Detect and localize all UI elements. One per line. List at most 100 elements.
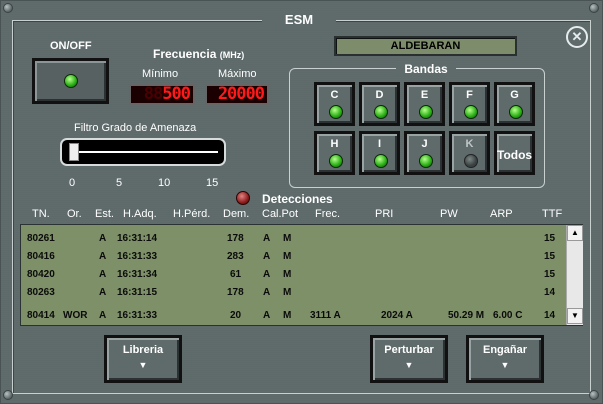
cell-ttf: 15 (544, 269, 556, 280)
band-button-e[interactable]: E (404, 82, 445, 126)
cell-dem: 61 (230, 269, 242, 280)
cell-est: A (99, 251, 107, 262)
col-frec[interactable]: Frec. (315, 208, 340, 220)
band-button-todos[interactable]: Todos (494, 131, 535, 175)
col-hadq[interactable]: H.Adq. (123, 208, 157, 220)
band-label: C (330, 89, 339, 101)
table-row[interactable]: 80414 WOR A 16:31:33 20 A M 3111 A 2024 … (21, 307, 565, 325)
cell-tn: 80414 (27, 310, 55, 321)
band-label: I (377, 138, 382, 150)
min-frequency-ghost-digits: 88 (143, 84, 164, 104)
cell-cal: A (263, 287, 271, 298)
band-button-j[interactable]: J (404, 131, 445, 175)
cell-cal: A (263, 310, 271, 321)
cell-est: A (99, 269, 107, 280)
band-button-i[interactable]: I (359, 131, 400, 175)
threat-filter-slider[interactable] (60, 138, 226, 166)
col-pri[interactable]: PRI (375, 208, 393, 220)
table-row[interactable]: 80420 A 16:31:34 61 A M 15 (21, 266, 565, 284)
band-button-c[interactable]: C (314, 82, 355, 126)
cell-dem: 178 (227, 287, 244, 298)
cell-ttf: 15 (544, 233, 556, 244)
band-label: J (421, 138, 428, 150)
col-ttf[interactable]: TTF (542, 208, 562, 220)
col-or[interactable]: Or. (67, 208, 82, 220)
led-on-icon (464, 105, 478, 119)
band-button-k[interactable]: K (449, 131, 490, 175)
frecuencia-unit: (MHz) (219, 50, 245, 60)
led-on-icon (509, 105, 523, 119)
col-arp[interactable]: ARP (490, 208, 513, 220)
col-tn[interactable]: TN. (32, 208, 50, 220)
maximo-label: Máximo (218, 68, 257, 80)
enganar-label: Engañar (482, 344, 527, 356)
bandas-title: Bandas (396, 62, 456, 76)
led-off-icon (464, 154, 478, 168)
cell-pot: M (283, 287, 292, 298)
cell-ttf: 14 (544, 310, 556, 321)
filtro-tick: 10 (158, 177, 171, 189)
screw-icon (589, 390, 599, 400)
col-pw[interactable]: PW (440, 208, 458, 220)
band-button-f[interactable]: F (449, 82, 490, 126)
cell-dem: 283 (227, 251, 244, 262)
cell-tn: 80416 (27, 251, 55, 262)
led-on-icon (419, 154, 433, 168)
filtro-tick: 15 (206, 177, 219, 189)
col-calpot[interactable]: Cal.Pot (262, 208, 298, 220)
cell-pri: 2024 A (381, 310, 413, 321)
band-button-d[interactable]: D (359, 82, 400, 126)
chevron-down-icon: ▼ (138, 360, 148, 370)
filtro-tick: 0 (69, 177, 76, 189)
perturbar-label: Perturbar (384, 344, 434, 356)
table-row[interactable]: 80263 A 16:31:15 178 A M 14 (21, 284, 565, 302)
table-row[interactable]: 80261 A 16:31:14 178 A M 15 (21, 230, 565, 248)
scroll-up-icon[interactable]: ▲ (567, 225, 583, 241)
window-title: ESM (262, 12, 336, 30)
band-label: H (330, 138, 339, 150)
cell-pot: M (283, 233, 292, 244)
selected-target-display: ALDEBARAN (334, 36, 517, 56)
table-row[interactable]: 80416 A 16:31:33 283 A M 15 (21, 248, 565, 266)
min-frequency-display[interactable]: 88500 (129, 84, 195, 105)
cell-pot: M (283, 310, 292, 321)
cell-hadq: 16:31:15 (117, 287, 158, 298)
min-frequency-value: 500 (162, 84, 191, 104)
onoff-button[interactable] (32, 58, 109, 104)
band-label: K (465, 138, 474, 150)
enganar-button[interactable]: Engañar ▼ (466, 335, 544, 383)
band-label: D (375, 89, 384, 101)
chevron-down-icon: ▼ (404, 360, 414, 370)
cell-dem: 20 (230, 310, 242, 321)
cell-arp: 6.00 C (493, 310, 523, 321)
slider-thumb[interactable] (69, 143, 79, 161)
led-on-icon (329, 154, 343, 168)
minimo-label: Mínimo (142, 68, 179, 80)
band-button-h[interactable]: H (314, 131, 355, 175)
col-dem[interactable]: Dem. (223, 208, 249, 220)
cell-or: WOR (63, 310, 88, 321)
band-button-g[interactable]: G (494, 82, 535, 126)
band-label: E (420, 89, 429, 101)
scroll-down-icon[interactable]: ▼ (567, 308, 583, 324)
cell-est: A (99, 287, 107, 298)
perturbar-button[interactable]: Perturbar ▼ (370, 335, 448, 383)
screw-icon (589, 3, 599, 13)
close-icon[interactable]: ✕ (566, 26, 588, 48)
col-hperd[interactable]: H.Pérd. (173, 208, 210, 220)
col-est[interactable]: Est. (95, 208, 114, 220)
onoff-label: ON/OFF (50, 40, 92, 52)
cell-pw: 50.29 M (448, 310, 485, 321)
max-frequency-value: 20000 (217, 84, 265, 104)
table-scrollbar[interactable]: ▲ ▼ (566, 225, 583, 325)
chevron-down-icon: ▼ (500, 360, 510, 370)
libreria-button[interactable]: Libreria ▼ (104, 335, 182, 383)
cell-hadq: 16:31:33 (117, 251, 158, 262)
libreria-label: Libreria (122, 344, 164, 356)
cell-est: A (99, 233, 107, 244)
max-frequency-display[interactable]: 20000 (205, 84, 269, 105)
screw-icon (3, 3, 13, 13)
cell-cal: A (263, 251, 271, 262)
slider-line (74, 151, 218, 153)
cell-hadq: 16:31:14 (117, 233, 158, 244)
